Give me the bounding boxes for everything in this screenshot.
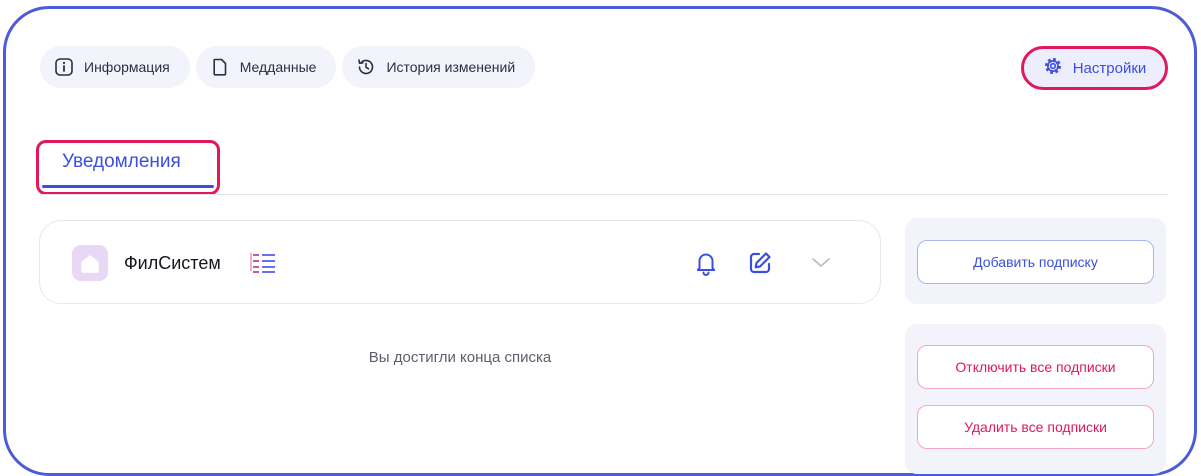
tab-info-label: Информация <box>84 59 170 75</box>
history-icon <box>356 57 376 77</box>
home-icon <box>72 245 108 281</box>
add-subscription-button[interactable]: Добавить подписку <box>917 240 1154 284</box>
disable-all-subscriptions-button[interactable]: Отключить все подписки <box>917 345 1154 389</box>
settings-label: Настройки <box>1072 59 1147 77</box>
tab-history[interactable]: История изменений <box>342 46 536 88</box>
info-icon <box>54 57 74 77</box>
tab-info[interactable]: Информация <box>40 46 190 88</box>
divider <box>40 194 1168 195</box>
chevron-down-icon[interactable] <box>810 254 832 275</box>
active-tab-indicator <box>42 185 214 188</box>
bell-icon[interactable] <box>693 250 719 281</box>
gear-icon <box>1043 56 1063 80</box>
tab-notifications-label: Уведомления <box>62 151 181 172</box>
settings-button[interactable]: Настройки <box>1021 46 1168 90</box>
document-icon <box>210 57 230 77</box>
tab-history-label: История изменений <box>386 59 516 75</box>
bulk-actions-panel: Отключить все подписки Удалить все подпи… <box>905 324 1166 474</box>
top-tabs: Информация Медданные История изменений <box>40 46 536 88</box>
edit-icon[interactable] <box>746 249 774 282</box>
tab-medical-data-label: Медданные <box>239 59 317 75</box>
tab-notifications[interactable]: Уведомления <box>36 140 220 195</box>
list-end-message: Вы достигли конца списка <box>368 349 552 366</box>
list-icon[interactable] <box>250 251 276 280</box>
tab-medical-data[interactable]: Медданные <box>195 46 337 88</box>
add-subscription-panel: Добавить подписку <box>905 218 1166 304</box>
subscription-card: ФилСистем <box>39 220 881 304</box>
subscription-name: ФилСистем <box>124 253 221 273</box>
delete-all-subscriptions-button[interactable]: Удалить все подписки <box>917 405 1154 449</box>
